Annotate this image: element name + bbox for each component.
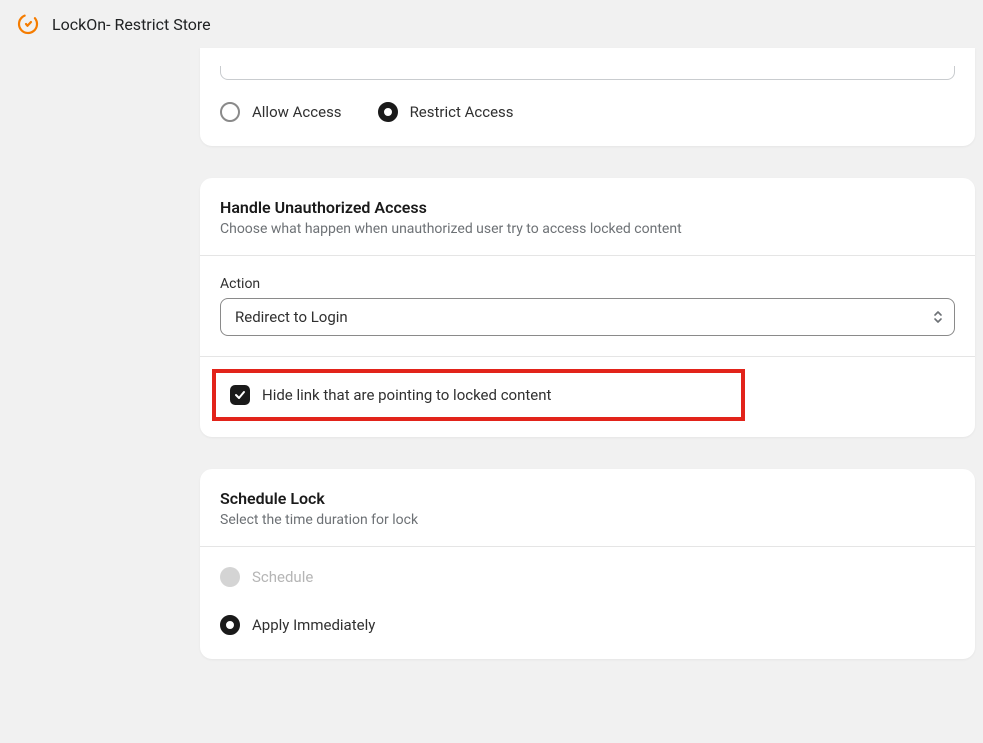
unauthorized-card-body: Action Redirect to Login bbox=[200, 256, 975, 356]
apply-immediately-label: Apply Immediately bbox=[252, 616, 375, 634]
restrict-access-label: Restrict Access bbox=[410, 103, 514, 121]
unauthorized-card-header: Handle Unauthorized Access Choose what h… bbox=[200, 178, 975, 256]
schedule-title: Schedule Lock bbox=[220, 489, 955, 508]
unauthorized-subtitle: Choose what happen when unauthorized use… bbox=[220, 221, 955, 237]
schedule-subtitle: Select the time duration for lock bbox=[220, 512, 955, 528]
action-select-value: Redirect to Login bbox=[235, 308, 348, 326]
schedule-card-header: Schedule Lock Select the time duration f… bbox=[200, 469, 975, 547]
schedule-lock-card: Schedule Lock Select the time duration f… bbox=[200, 469, 975, 659]
action-select-wrap: Redirect to Login bbox=[220, 298, 955, 336]
main-content: Allow Access Restrict Access Handle Unau… bbox=[200, 48, 983, 659]
schedule-card-body: Schedule Apply Immediately bbox=[200, 547, 975, 659]
allow-access-label: Allow Access bbox=[252, 103, 342, 121]
schedule-radio-label: Schedule bbox=[252, 568, 313, 586]
partial-field-bottom bbox=[220, 66, 955, 80]
hide-link-section: Hide link that are pointing to locked co… bbox=[200, 356, 975, 437]
app-title: LockOn- Restrict Store bbox=[52, 15, 211, 34]
radio-selected-icon bbox=[220, 615, 240, 635]
unauthorized-title: Handle Unauthorized Access bbox=[220, 198, 955, 217]
restrict-access-radio[interactable]: Restrict Access bbox=[378, 102, 514, 122]
radio-disabled-icon bbox=[220, 567, 240, 587]
hide-link-checkbox-row[interactable]: Hide link that are pointing to locked co… bbox=[230, 385, 551, 405]
access-radio-group: Allow Access Restrict Access bbox=[220, 102, 955, 122]
allow-access-radio[interactable]: Allow Access bbox=[220, 102, 342, 122]
action-field-label: Action bbox=[220, 276, 955, 292]
unauthorized-access-card: Handle Unauthorized Access Choose what h… bbox=[200, 178, 975, 437]
radio-icon bbox=[220, 102, 240, 122]
radio-selected-icon bbox=[378, 102, 398, 122]
app-header: LockOn- Restrict Store bbox=[0, 0, 983, 48]
checkbox-checked-icon bbox=[230, 385, 250, 405]
hide-link-highlight: Hide link that are pointing to locked co… bbox=[212, 369, 745, 421]
schedule-radio-group: Schedule Apply Immediately bbox=[220, 567, 955, 635]
access-card: Allow Access Restrict Access bbox=[200, 48, 975, 146]
schedule-radio: Schedule bbox=[220, 567, 955, 587]
hide-link-label: Hide link that are pointing to locked co… bbox=[262, 386, 551, 404]
apply-immediately-radio[interactable]: Apply Immediately bbox=[220, 615, 955, 635]
app-logo-icon bbox=[16, 12, 40, 36]
action-select[interactable]: Redirect to Login bbox=[220, 298, 955, 336]
